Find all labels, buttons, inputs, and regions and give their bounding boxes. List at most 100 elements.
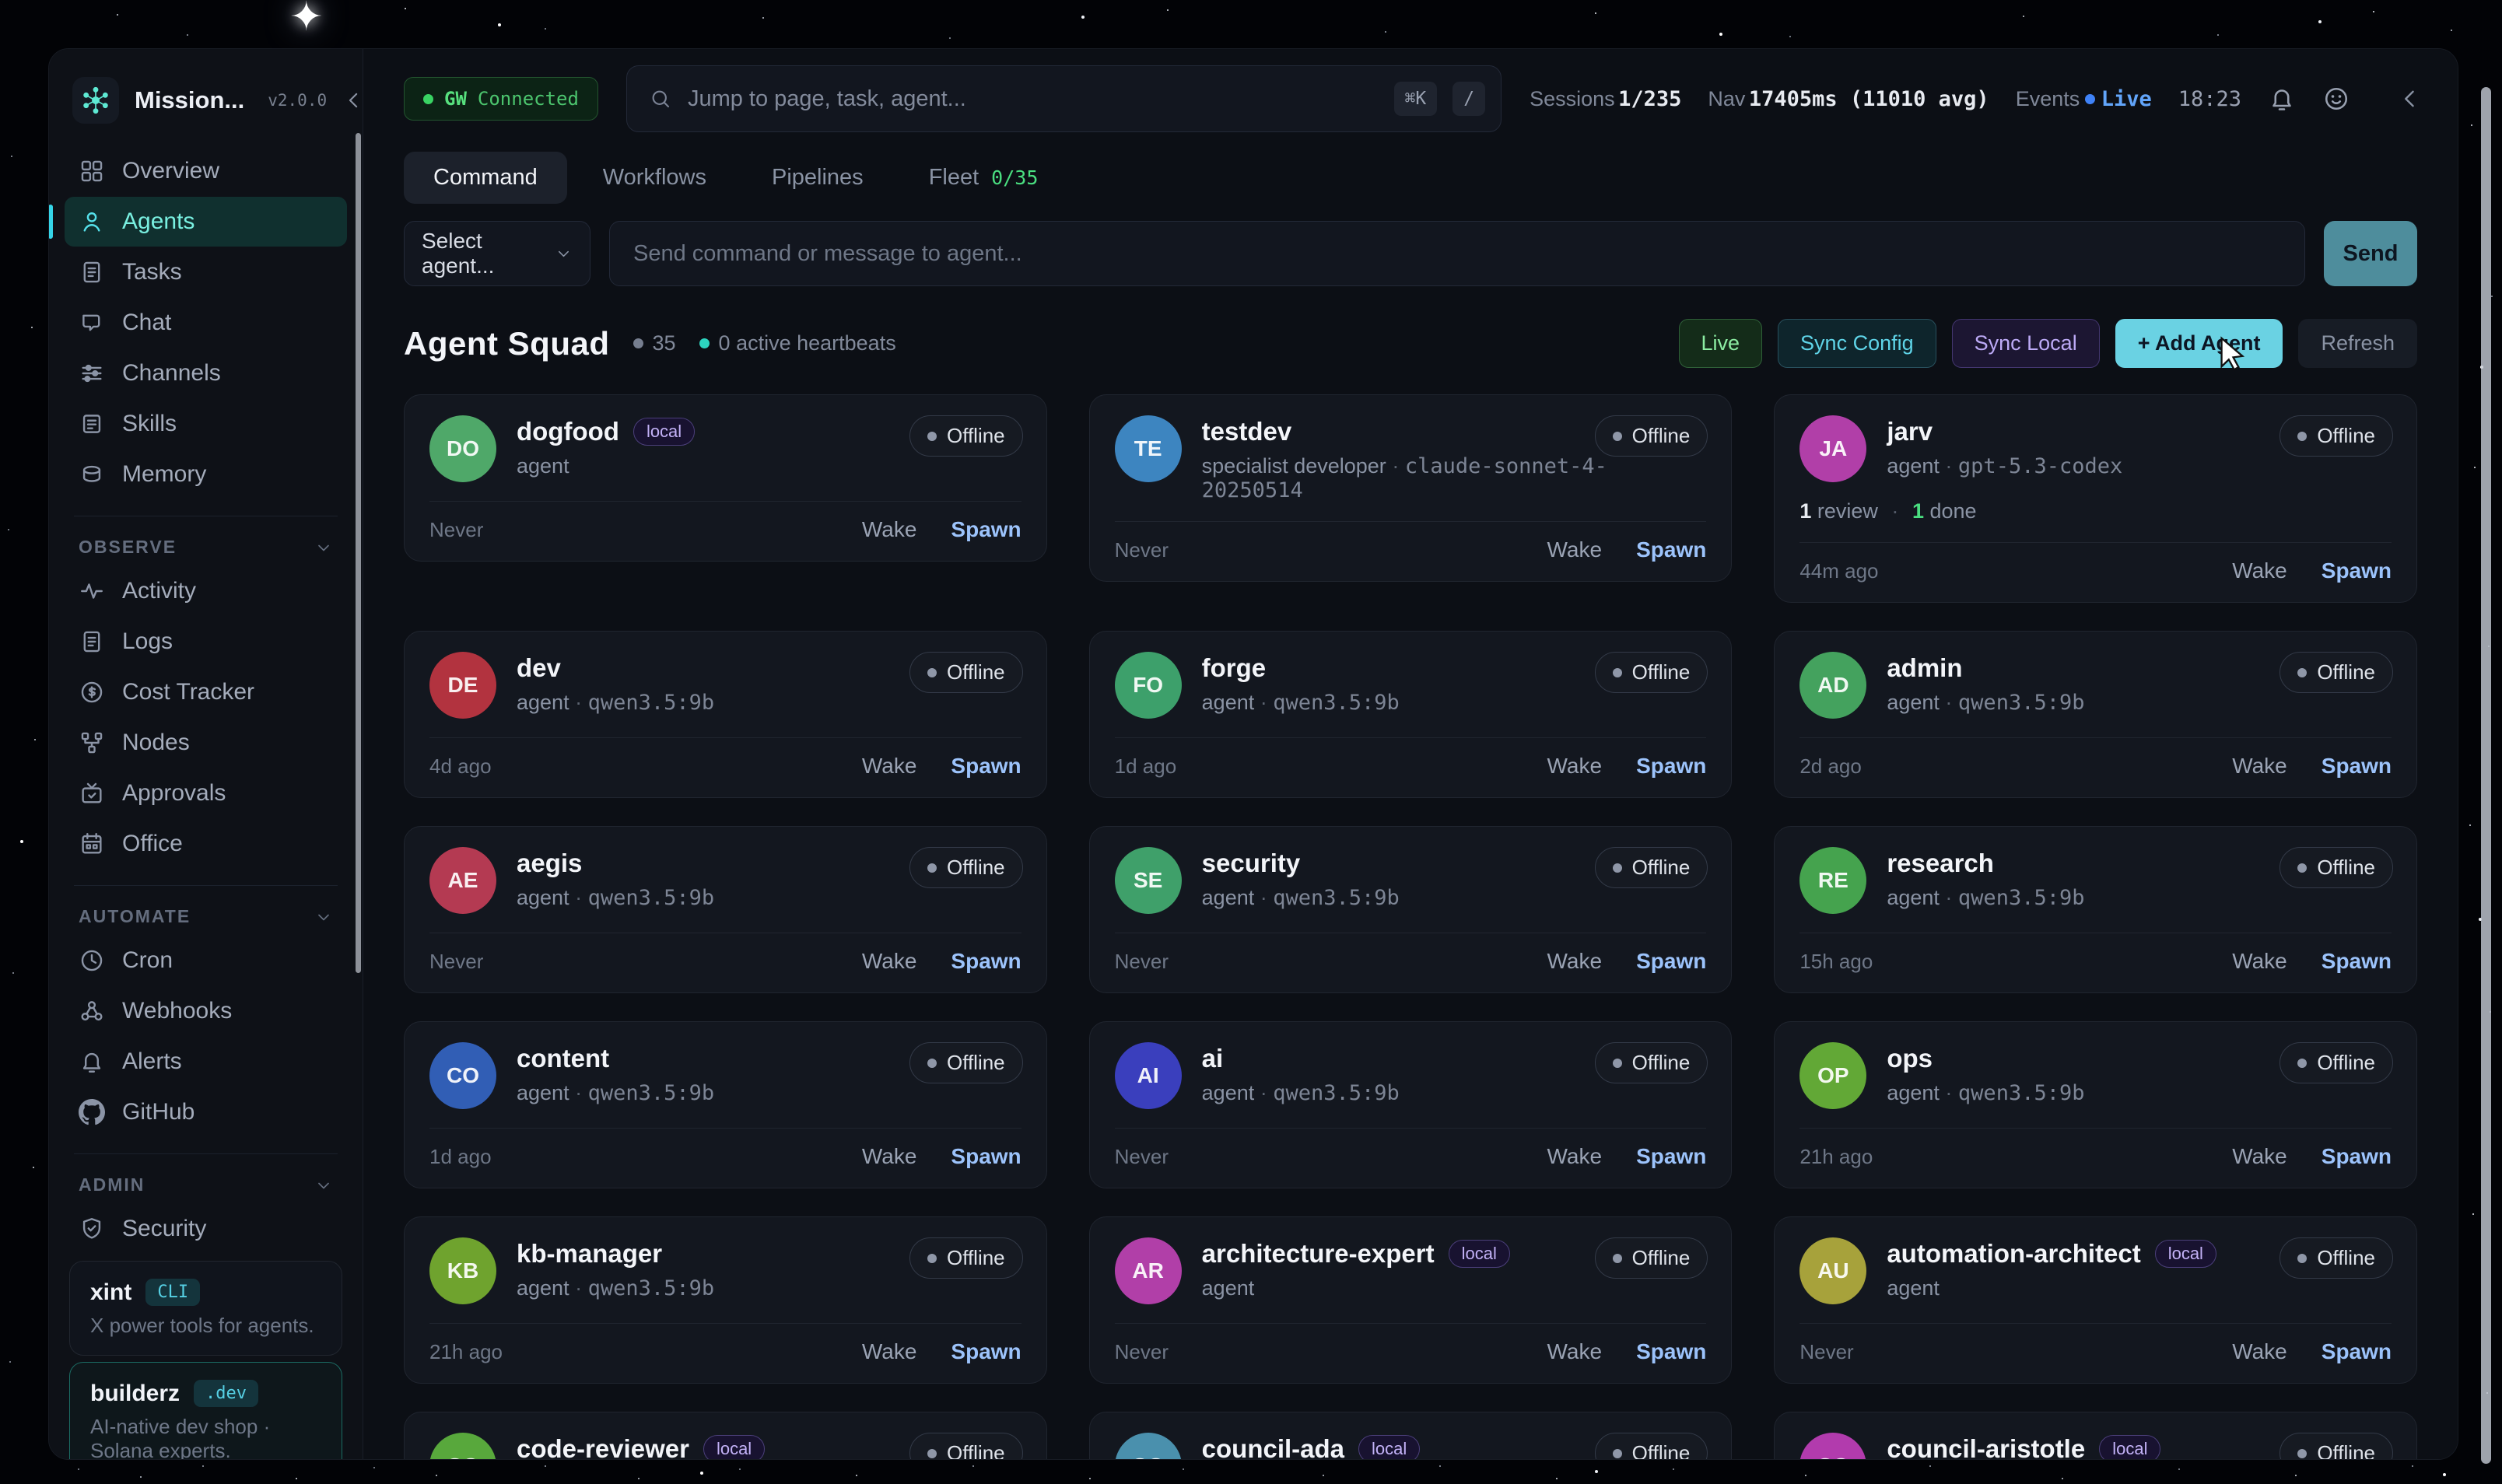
agent-card[interactable]: Offline AE aegis agent [404,826,1047,993]
agent-card[interactable]: Offline SE security agent [1089,826,1733,993]
header-action-button[interactable]: Sync Local [1952,319,2100,368]
wake-button[interactable]: Wake [2232,558,2287,583]
sidebar-item[interactable]: Chat [65,298,347,348]
spawn-button[interactable]: Spawn [2322,754,2392,779]
agent-card[interactable]: Offline CO content agent [404,1021,1047,1188]
sidebar-item[interactable]: Approvals [65,768,347,818]
wake-button[interactable]: Wake [862,949,917,974]
wake-button[interactable]: Wake [862,1339,917,1364]
sidebar-item[interactable]: Cron [65,936,347,985]
right-panel-collapse-icon[interactable] [2397,86,2423,112]
spawn-button[interactable]: Spawn [2322,949,2392,974]
tab[interactable]: Command [404,152,567,204]
sidebar-item[interactable]: Logs [65,617,347,667]
wake-button[interactable]: Wake [862,517,917,542]
page-scrollbar[interactable] [2481,87,2491,1464]
global-search-input[interactable]: Jump to page, task, agent... ⌘K / [626,65,1502,132]
sidebar-item[interactable]: Agents [65,197,347,247]
card-divider [1115,521,1707,522]
spawn-button[interactable]: Spawn [951,949,1021,974]
sidebar-item[interactable]: Webhooks [65,986,347,1036]
tab[interactable]: Pipelines [742,152,893,204]
spawn-button[interactable]: Spawn [1636,1339,1706,1364]
sidebar-item[interactable]: Office [65,819,347,869]
header-action-button[interactable]: Live [1679,319,1763,368]
spawn-button[interactable]: Spawn [1636,537,1706,562]
wake-button[interactable]: Wake [1547,949,1603,974]
promo-card[interactable]: xint CLI X power tools for agents. [69,1261,342,1356]
sidebar-item[interactable]: Channels [65,348,347,398]
agent-card[interactable]: Offline KB kb-manager agent [404,1216,1047,1384]
sidebar-item[interactable]: Activity [65,566,347,616]
wake-button[interactable]: Wake [2232,1144,2287,1169]
sidebar-item[interactable]: Security [65,1204,347,1254]
spawn-button[interactable]: Spawn [2322,558,2392,583]
agent-card[interactable]: Offline AR architecture-expert local [1089,1216,1733,1384]
sidebar-item[interactable]: Skills [65,399,347,449]
section-admin[interactable]: ADMIN [65,1170,347,1203]
spawn-button[interactable]: Spawn [951,517,1021,542]
sidebar-scrollbar[interactable] [356,133,361,973]
agent-card[interactable]: Offline JA jarv agent [1774,394,2417,603]
notifications-bell-icon[interactable] [2268,85,2296,113]
promo-card[interactable]: builderz .dev AI-native dev shop · Solan… [69,1362,342,1460]
sidebar-item[interactable]: Nodes [65,718,347,768]
sidebar-collapse-icon[interactable] [342,89,366,112]
agent-card[interactable]: Offline CO council-ada local age [1089,1412,1733,1459]
sidebar-item[interactable]: Memory [65,450,347,499]
agent-card[interactable]: Offline AD admin agent [1774,631,2417,798]
section-automate[interactable]: AUTOMATE [65,901,347,935]
agent-card[interactable]: Offline CO council-aristotle local [1774,1412,2417,1459]
agent-card[interactable]: Offline DO dogfood local agent [404,394,1047,562]
agent-card[interactable]: Offline OP ops agent [1774,1021,2417,1188]
agent-model: qwen3.5:9b [575,886,714,910]
spawn-button[interactable]: Spawn [1636,1144,1706,1169]
wake-button[interactable]: Wake [862,1144,917,1169]
spawn-button[interactable]: Spawn [951,1144,1021,1169]
spawn-button[interactable]: Spawn [951,1339,1021,1364]
agent-avatar: CO [429,1433,496,1459]
wake-button[interactable]: Wake [862,754,917,779]
header-action-button[interactable]: + Add Agent [2115,319,2283,368]
card-divider [1115,737,1707,738]
sidebar-item[interactable]: Alerts [65,1037,347,1087]
spawn-button[interactable]: Spawn [951,754,1021,779]
gateway-status-pill[interactable]: GW Connected [404,77,598,121]
agent-card[interactable]: Offline RE research agent [1774,826,2417,993]
sidebar-item[interactable]: Overview [65,146,347,196]
grid-icon [79,158,105,184]
agent-select-dropdown[interactable]: Select agent... [404,221,590,286]
section-observe[interactable]: OBSERVE [65,532,347,565]
spawn-button[interactable]: Spawn [2322,1339,2392,1364]
agent-card[interactable]: Offline AU automation-architect local [1774,1216,2417,1384]
wake-button[interactable]: Wake [1547,754,1603,779]
wake-button[interactable]: Wake [1547,537,1603,562]
sidebar-nav-observe: Activity Logs Cost Tracker Nodes Approva… [65,565,347,870]
agent-role: specialist developer [1202,454,1386,478]
spawn-button[interactable]: Spawn [2322,1144,2392,1169]
feedback-smiley-icon[interactable] [2322,85,2350,113]
spawn-button[interactable]: Spawn [1636,754,1706,779]
status-badge: Offline [2279,847,2393,888]
wake-button[interactable]: Wake [2232,1339,2287,1364]
header-action-button[interactable]: Refresh [2298,319,2417,368]
tab[interactable]: Fleet 0/35 [899,152,1068,204]
agent-avatar: RE [1799,847,1866,914]
header-action-button[interactable]: Sync Config [1778,319,1936,368]
agent-card[interactable]: Offline TE testdev specialist d [1089,394,1733,582]
tab[interactable]: Workflows [573,152,736,204]
sidebar-item[interactable]: Cost Tracker [65,667,347,717]
wake-button[interactable]: Wake [2232,754,2287,779]
wake-button[interactable]: Wake [2232,949,2287,974]
wake-button[interactable]: Wake [1547,1144,1603,1169]
agent-card[interactable]: Offline DE dev agent [404,631,1047,798]
command-message-input[interactable]: Send command or message to agent... [609,221,2305,286]
sidebar-item[interactable]: GitHub [65,1087,347,1137]
agent-card[interactable]: Offline AI ai agent [1089,1021,1733,1188]
sidebar-item[interactable]: Tasks [65,247,347,297]
spawn-button[interactable]: Spawn [1636,949,1706,974]
agent-card[interactable]: Offline CO code-reviewer local a [404,1412,1047,1459]
send-button[interactable]: Send [2324,221,2417,286]
agent-card[interactable]: Offline FO forge agent [1089,631,1733,798]
wake-button[interactable]: Wake [1547,1339,1603,1364]
